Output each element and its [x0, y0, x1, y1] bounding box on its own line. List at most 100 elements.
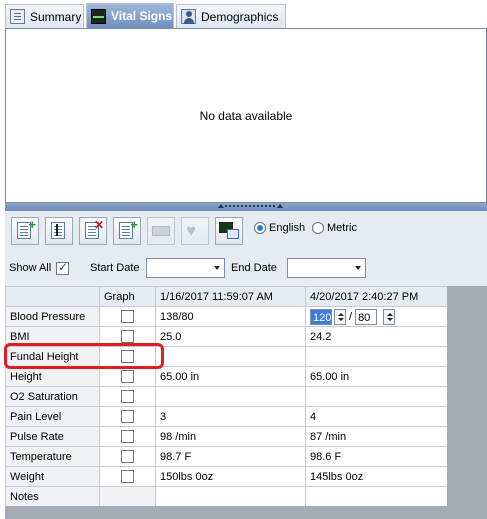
- delete-vital-button[interactable]: ✕: [79, 217, 107, 245]
- english-radio[interactable]: English: [254, 222, 305, 234]
- show-all-checkbox[interactable]: [56, 260, 69, 275]
- vitals-toolbar: + ✕ + ♥ English Metric: [5, 211, 487, 251]
- row-label: Fundal Height: [5, 346, 100, 367]
- column-header-date-2[interactable]: 4/20/2017 2:40:27 PM: [305, 286, 448, 307]
- value-cell[interactable]: 138/80: [155, 306, 306, 327]
- graph-checkbox[interactable]: [121, 370, 134, 383]
- systolic-spinner-icon[interactable]: [334, 308, 346, 325]
- table-row: Height 65.00 in 65.00 in: [5, 366, 448, 387]
- column-header-name: [5, 286, 100, 307]
- table-row: Notes: [5, 486, 448, 507]
- blood-pressure-editor: 120 / 80: [305, 306, 448, 327]
- table-row: O2 Saturation: [5, 386, 448, 407]
- print-button[interactable]: [147, 217, 175, 245]
- value-cell[interactable]: 87 /min: [305, 426, 448, 447]
- graph-checkbox[interactable]: [121, 450, 134, 463]
- value-cell[interactable]: 25.0: [155, 326, 306, 347]
- vitals-graph-panel: No data available: [5, 28, 487, 203]
- value-cell[interactable]: 98 /min: [155, 426, 306, 447]
- monitor-import-button[interactable]: [215, 217, 243, 245]
- english-radio-dot: [254, 222, 266, 234]
- tab-demographics-label: Demographics: [201, 9, 279, 24]
- row-label: Notes: [5, 486, 100, 507]
- table-row: Weight 150lbs 0oz 145lbs 0oz: [5, 466, 448, 487]
- end-date-dropdown-icon: [355, 266, 361, 270]
- value-cell[interactable]: 145lbs 0oz: [305, 466, 448, 487]
- table-row: Fundal Height: [5, 346, 448, 367]
- no-data-message: No data available: [199, 108, 293, 123]
- metric-radio-label: Metric: [327, 222, 357, 234]
- value-cell[interactable]: 65.00 in: [305, 366, 448, 387]
- add-multiple-button[interactable]: +: [113, 217, 141, 245]
- value-cell[interactable]: [305, 346, 448, 367]
- splitter-up-arrow-icon: [277, 204, 283, 208]
- value-cell[interactable]: 3: [155, 406, 306, 427]
- value-cell[interactable]: [305, 386, 448, 407]
- start-date-dropdown-icon: [214, 266, 220, 270]
- row-label: Pain Level: [5, 406, 100, 427]
- table-row: Pulse Rate 98 /min 87 /min: [5, 426, 448, 447]
- column-header-graph[interactable]: Graph: [99, 286, 156, 307]
- row-label: Pulse Rate: [5, 426, 100, 447]
- end-date-picker[interactable]: [287, 258, 366, 278]
- graph-checkbox[interactable]: [121, 330, 134, 343]
- edit-vital-icon: [51, 222, 65, 239]
- summary-icon: [10, 9, 25, 24]
- vitals-grid: Graph 1/16/2017 11:59:07 AM 4/20/2017 2:…: [5, 286, 448, 507]
- row-label: O2 Saturation: [5, 386, 100, 407]
- graph-checkbox[interactable]: [121, 470, 134, 483]
- english-radio-label: English: [269, 222, 306, 234]
- row-label: Temperature: [5, 446, 100, 467]
- panel-splitter[interactable]: [5, 203, 487, 211]
- graph-checkbox[interactable]: [121, 430, 134, 443]
- graph-checkbox[interactable]: [121, 410, 134, 423]
- table-row: BMI 25.0 24.2: [5, 326, 448, 347]
- tab-demographics[interactable]: Demographics: [176, 4, 286, 28]
- end-date-label: End Date: [231, 262, 277, 274]
- row-label: BMI: [5, 326, 100, 347]
- splitter-up-arrow-icon: [218, 204, 224, 208]
- value-cell[interactable]: 24.2: [305, 326, 448, 347]
- value-cell[interactable]: [155, 346, 306, 367]
- value-cell[interactable]: 98.6 F: [305, 446, 448, 467]
- table-row: Pain Level 3 4: [5, 406, 448, 427]
- tab-vital-signs-label: Vital Signs: [111, 9, 173, 23]
- bp-separator: /: [349, 310, 353, 323]
- tab-summary[interactable]: Summary: [5, 4, 84, 28]
- grid-header-row: Graph 1/16/2017 11:59:07 AM 4/20/2017 2:…: [5, 286, 448, 307]
- row-label: Height: [5, 366, 100, 387]
- heart-button[interactable]: ♥: [181, 217, 209, 245]
- start-date-picker[interactable]: [146, 258, 225, 278]
- metric-radio-dot: [312, 222, 324, 234]
- row-label: Weight: [5, 466, 100, 487]
- show-all-label: Show All: [9, 262, 52, 274]
- tab-summary-label: Summary: [30, 9, 82, 24]
- date-filter-bar: Show All Start Date End Date: [5, 251, 487, 286]
- systolic-input[interactable]: 120: [310, 308, 332, 325]
- value-cell[interactable]: 4: [305, 406, 448, 427]
- add-vital-button[interactable]: +: [11, 217, 39, 245]
- value-cell[interactable]: 65.00 in: [155, 366, 306, 387]
- graph-checkbox[interactable]: [121, 350, 134, 363]
- start-date-label: Start Date: [90, 262, 140, 274]
- table-row: Temperature 98.7 F 98.6 F: [5, 446, 448, 467]
- diastolic-input[interactable]: 80: [355, 308, 378, 325]
- grid-empty-area: [5, 506, 447, 519]
- tab-strip: Summary Vital Signs Demographics: [0, 0, 487, 28]
- graph-checkbox[interactable]: [121, 310, 134, 323]
- value-cell[interactable]: [155, 486, 306, 507]
- column-header-date-1[interactable]: 1/16/2017 11:59:07 AM: [155, 286, 306, 307]
- value-cell[interactable]: 98.7 F: [155, 446, 306, 467]
- value-cell[interactable]: 150lbs 0oz: [155, 466, 306, 487]
- graph-checkbox[interactable]: [121, 390, 134, 403]
- value-cell[interactable]: [155, 386, 306, 407]
- diastolic-spinner-icon[interactable]: [383, 308, 396, 325]
- print-icon: [152, 226, 170, 236]
- table-row: Blood Pressure 138/80 120 / 80: [5, 306, 448, 327]
- splitter-grip-icon: [225, 205, 275, 208]
- value-cell[interactable]: [305, 486, 448, 507]
- tab-vital-signs[interactable]: Vital Signs: [86, 3, 174, 28]
- edit-vital-button[interactable]: [45, 217, 73, 245]
- heart-icon: ♥: [186, 221, 197, 240]
- metric-radio[interactable]: Metric: [312, 222, 357, 234]
